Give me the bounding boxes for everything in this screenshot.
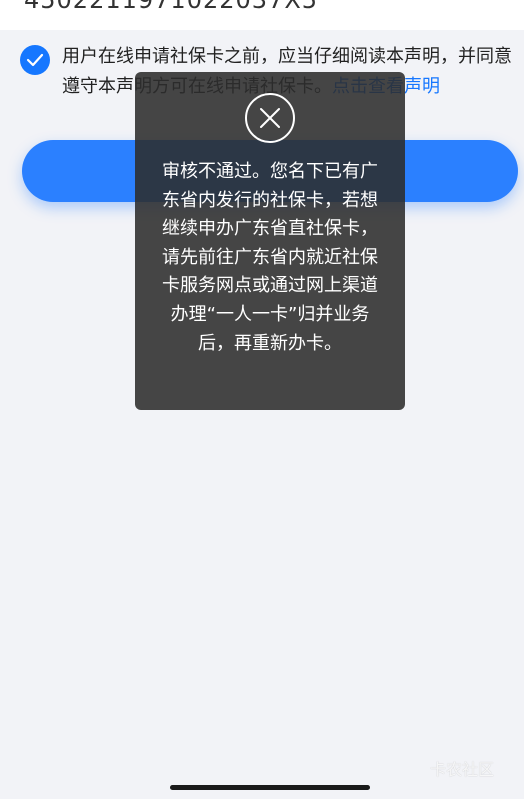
agreement-text-line1: 用户在线申请社保卡之前，应当仔细阅读本声明，并同意 [62,46,512,67]
error-toast: 审核不通过。您名下已有广东省内发行的社保卡，若想继续申办广东省直社保卡，请先前往… [135,72,405,410]
id-number-field: 4502211971022037X5 [0,0,524,30]
close-circle-icon [245,93,295,143]
id-number-text: 4502211971022037X5 [24,0,319,14]
toast-message: 审核不通过。您名下已有广东省内发行的社保卡，若想继续申办广东省直社保卡，请先前往… [162,161,378,354]
home-indicator [170,785,370,790]
checkmark-icon [26,53,44,67]
watermark: 卡农社区 [430,760,495,779]
agreement-checkbox[interactable] [20,45,50,75]
